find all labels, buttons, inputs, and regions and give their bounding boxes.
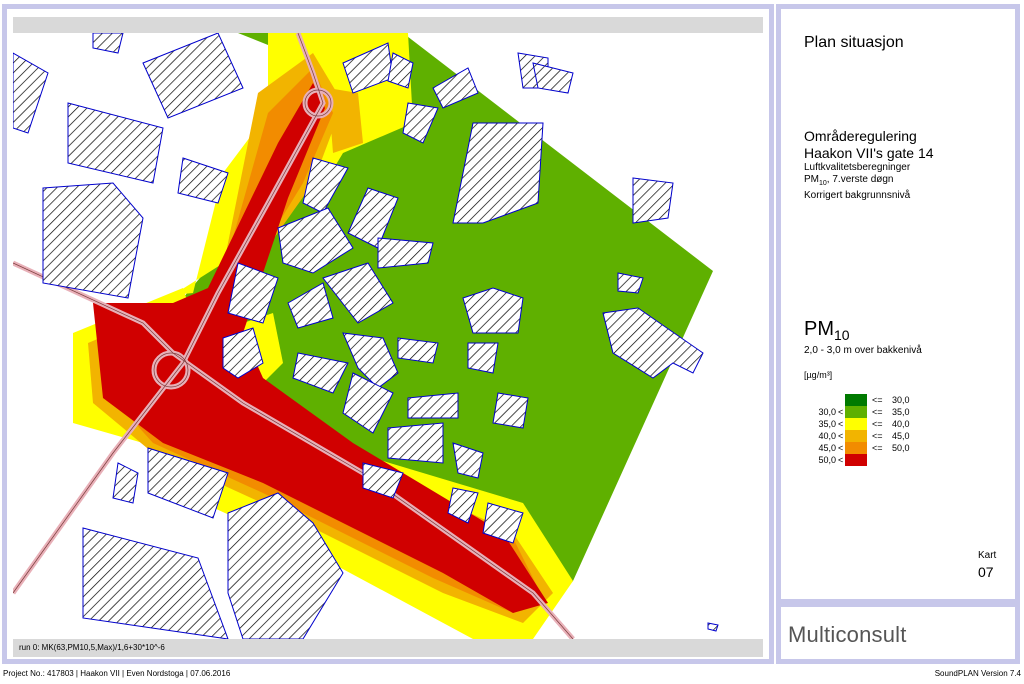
project-title: Områderegulering (804, 128, 917, 144)
building (492, 392, 529, 429)
project-info: Områderegulering Haakon VII's gate 14 Lu… (804, 128, 934, 202)
legend-swatch (845, 442, 867, 454)
building (532, 62, 574, 94)
legend-row: <= 30,0 (812, 394, 932, 406)
legend-swatch (845, 430, 867, 442)
multiconsult-logo: Multiconsult (788, 622, 907, 647)
run-label: run 0: MK(63,PM10,5,Max)/1,6+30*10^-6 (13, 639, 763, 657)
building (387, 422, 444, 464)
legend-row: 45,0 < <= 50,0 (818, 442, 910, 454)
building (397, 337, 439, 364)
legend-row: 35,0 < <= 40,0 (818, 418, 910, 430)
building (82, 527, 229, 639)
pollutant-block: PM10 2,0 - 3,0 m over bakkenivå (804, 318, 922, 356)
building (707, 622, 719, 632)
map-area[interactable]: run 0: MK(63,PM10,5,Max)/1,6+30*10^-6 (13, 17, 763, 657)
building (142, 33, 244, 119)
building (13, 52, 49, 134)
legend-row: 30,0 < <= 35,0 (818, 406, 910, 418)
footer-software-version: SoundPLAN Version 7.4 (934, 669, 1021, 678)
subtitle-pm10-days: PM10, 7.verste døgn (804, 174, 894, 187)
building (67, 102, 164, 184)
building (407, 392, 459, 419)
pm10-concentration-map[interactable] (13, 33, 763, 639)
map-number: 07 (978, 564, 994, 580)
legend-row: 50,0 < (812, 454, 932, 466)
building (177, 157, 229, 204)
legend: <= 30,0 30,0 < <= 35,0 35,0 < <= 40,0 40,0 < <… (812, 394, 932, 466)
footer-project-info: Project No.: 417803 | Haakon VII | Even … (3, 669, 231, 678)
subtitle-background: Korrigert bakgrunnsnivå (804, 190, 911, 201)
building (42, 182, 144, 299)
zone-orange-light (328, 88, 363, 153)
pollutant-label: PM10 (804, 318, 850, 343)
info-panel (776, 4, 1020, 604)
plan-title: Plan situasjon (804, 34, 904, 51)
building (462, 287, 524, 334)
legend-swatch (845, 454, 867, 466)
project-name: Haakon VII's gate 14 (804, 145, 934, 161)
unit-label: [µg/m³] (804, 370, 833, 380)
legend-swatch (845, 406, 867, 418)
legend-swatch (845, 394, 867, 406)
building (467, 342, 499, 374)
building (112, 462, 139, 504)
map-number-label: Kart (978, 550, 997, 561)
legend-swatch (845, 418, 867, 430)
building (377, 237, 434, 269)
legend-row: 40,0 < <= 45,0 (818, 430, 910, 442)
building (632, 177, 674, 224)
building (92, 33, 124, 54)
map-top-bar (13, 17, 763, 33)
height-label: 2,0 - 3,0 m over bakkenivå (804, 345, 922, 356)
subtitle-calculation: Luftkvalitetsberegninger (804, 162, 911, 173)
